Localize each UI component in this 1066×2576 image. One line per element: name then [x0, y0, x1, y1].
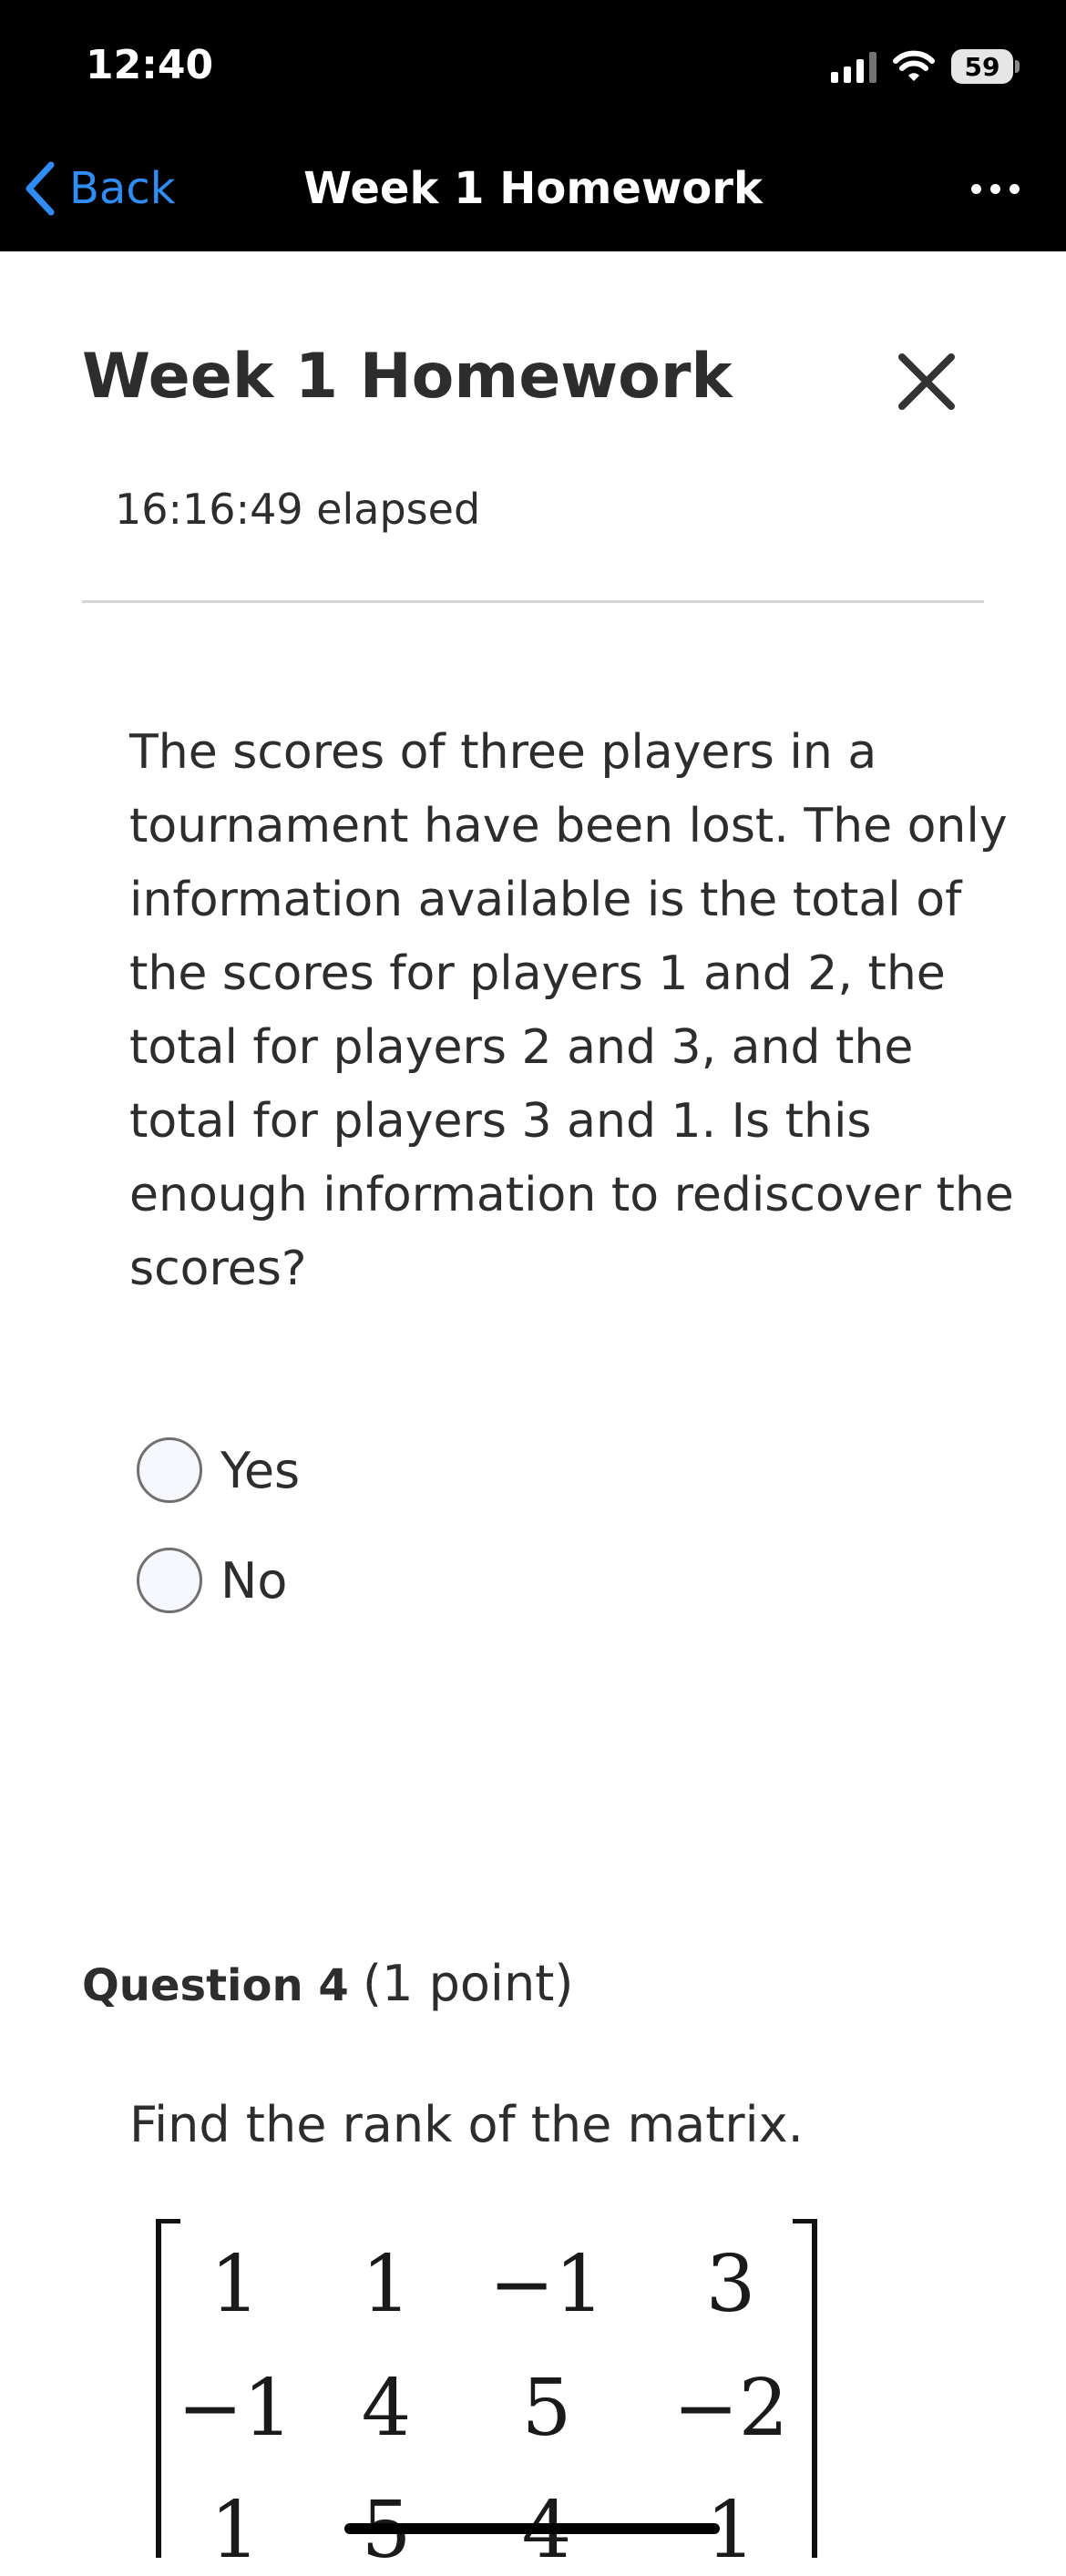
option-no[interactable]: No	[137, 1547, 287, 1614]
status-icons: 59	[831, 44, 1020, 89]
question-points: (1 point)	[363, 1955, 574, 2012]
status-time: 12:40	[86, 42, 214, 88]
radio-yes[interactable]	[137, 1437, 202, 1503]
matrix-cell: 3	[705, 2239, 756, 2330]
question-4-header: Question 4 (1 point)	[82, 1955, 573, 2012]
chevron-left-icon	[26, 161, 55, 216]
option-no-label: No	[220, 1551, 288, 1610]
question-text-line: tournament have been lost. The only	[129, 799, 1008, 854]
question-text-line: total for players 2 and 3, and the	[129, 1020, 914, 1075]
elapsed-timer: 16:16:49 elapsed	[115, 485, 481, 534]
more-options-button[interactable]	[958, 166, 1031, 211]
strike-line	[344, 2523, 720, 2534]
option-yes[interactable]: Yes	[137, 1436, 300, 1504]
battery-level: 59	[964, 51, 1000, 82]
matrix-cell: −2	[672, 2363, 789, 2454]
question-text-line: the scores for players 1 and 2, the	[129, 946, 946, 1001]
question-number: Question 4	[82, 1960, 349, 2011]
matrix: 1 1 −1 3 −1 4 5 −2 1 5 4 1	[153, 2219, 827, 2576]
matrix-cell: 1	[210, 2239, 261, 2330]
close-icon	[898, 353, 955, 410]
question-4-prompt: Find the rank of the matrix.	[129, 2096, 804, 2153]
matrix-cell: 4	[361, 2363, 412, 2454]
more-horizontal-icon	[970, 183, 981, 194]
radio-no[interactable]	[137, 1548, 202, 1613]
cellular-signal-icon	[831, 50, 876, 83]
battery-icon: 59	[951, 49, 1020, 84]
matrix-cell: 5	[521, 2363, 572, 2454]
matrix-cell: −1	[488, 2239, 605, 2330]
question-text-line: The scores of three players in a	[129, 725, 877, 780]
top-bar: 12:40 59 Back Week 1 Homework	[0, 0, 1066, 251]
option-yes-label: Yes	[220, 1441, 301, 1499]
question-text-line: total for players 3 and 1. Is this	[129, 1094, 872, 1149]
question-text-line: scores?	[129, 1242, 307, 1296]
close-button[interactable]	[895, 350, 958, 414]
matrix-cell: 1	[361, 2239, 412, 2330]
back-button[interactable]: Back	[24, 157, 176, 220]
divider	[82, 600, 984, 603]
question-text-line: information available is the total of	[129, 873, 962, 927]
question-3-text: The scores of three players in a tournam…	[129, 716, 1022, 1306]
back-label: Back	[69, 163, 176, 214]
matrix-cell: 1	[210, 2485, 261, 2576]
question-text-line: enough information to rediscover the	[129, 1168, 1014, 1222]
page-title: Week 1 Homework	[82, 341, 733, 413]
wifi-icon	[893, 50, 935, 81]
matrix-cell: −1	[177, 2363, 293, 2454]
